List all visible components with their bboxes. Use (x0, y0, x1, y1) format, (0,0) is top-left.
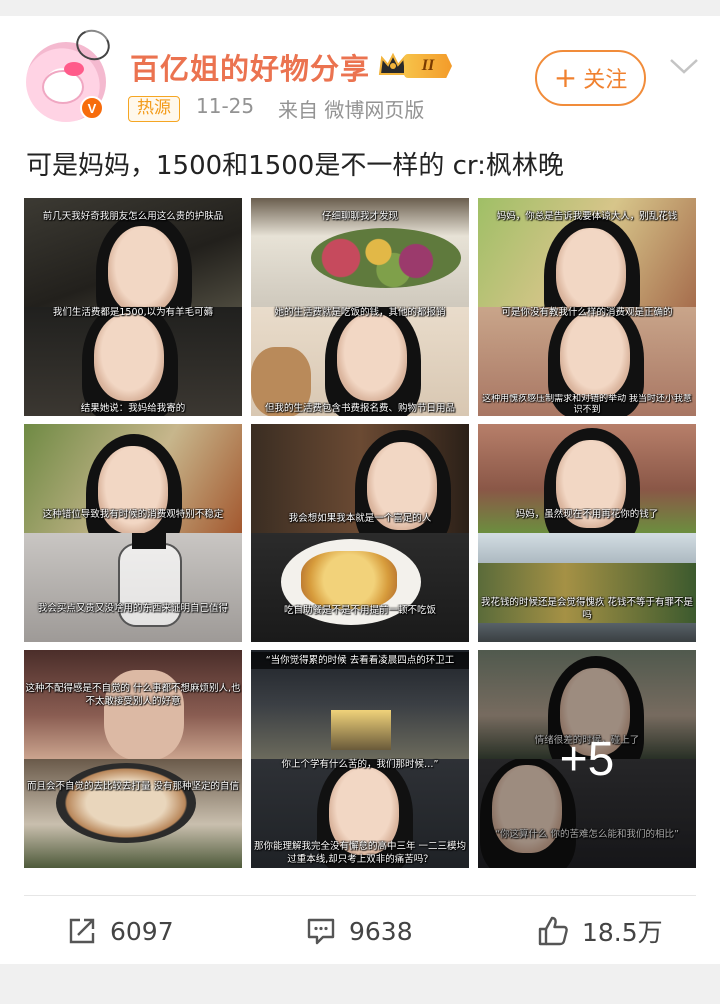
photo-thumbnail[interactable]: 我会想如果我本就是一个富足的人 吃自助餐是不是不用提前一顿不吃饭 (251, 424, 469, 642)
flower-bouquet (311, 228, 461, 288)
photo-panel (24, 759, 242, 868)
photo-panel (478, 533, 696, 642)
subtitle-text: 但我的生活费包含书费报名费、购物节日用品 (264, 403, 455, 414)
share-count: 6097 (110, 916, 174, 946)
pizza (301, 551, 397, 609)
post-source: 来自 微博网页版 (278, 98, 425, 122)
subtitle-text: 前几天我好奇我朋友怎么用这么贵的护肤品 (42, 211, 224, 222)
member-level-badge[interactable]: II (404, 54, 452, 78)
street-light (331, 710, 391, 750)
perfume-cap (132, 533, 166, 549)
post-text: 可是妈妈，1500和1500是不一样的 cr:枫林晚 (26, 151, 564, 181)
photo-thumbnail[interactable]: 这种不配得感是不自觉的 什么事都不想麻烦别人,也不太敢接受别人的好意 而且会不自… (24, 650, 242, 868)
photo-panel (251, 307, 469, 416)
follow-label: 关注 (583, 68, 628, 93)
top-separator (0, 0, 720, 16)
subtitle-text: 妈妈，虽然现在不用再花你的钱了 (515, 509, 659, 520)
chevron-down-icon[interactable] (668, 54, 700, 78)
bottom-separator (0, 964, 720, 1004)
subtitle-text: 这种用愧疚感压制需求和对错的举动 我当时还小我意识不到 (482, 394, 692, 415)
share-icon (69, 918, 95, 944)
photo-thumbnail[interactable]: 这种错位导致我有时候的消费观特别不稳定 我会买点又贵又没啥用的东西来证明自己值得 (24, 424, 242, 642)
coffee-cup (56, 763, 196, 843)
subtitle-text: 妈妈，你总是告诉我要体谅大人，别乱花钱 (496, 211, 678, 222)
photo-panel (24, 533, 242, 642)
subtitle-text: 吃自助餐是不是不用提前一顿不吃饭 (283, 605, 436, 616)
like-button[interactable]: 18.5万 (536, 906, 663, 956)
photo-panel (24, 307, 242, 416)
verified-badge-icon: V (80, 96, 104, 120)
subtitle-text: 仔细聊聊我才发现 (321, 211, 398, 222)
subtitle-text: 我们生活费都是1500,以为有羊毛可薅 (52, 307, 214, 318)
photo-thumbnail[interactable]: 情绪很差的时候，碰上了 “你这算什么 你的苦难怎么能和我们的相比” +5 (478, 650, 696, 868)
subtitle-text: 她的生活费就是吃饭的钱，其他的都报销 (274, 307, 446, 318)
subtitle-text: 我会买点又贵又没啥用的东西来证明自己值得 (37, 603, 228, 614)
face-shape (94, 313, 164, 401)
post-date: 11-25 (196, 94, 255, 118)
comment-icon (307, 918, 335, 945)
face-shape (560, 311, 630, 399)
subtitle-text: 那你能理解我完全没有懈怠的高中三年 一二三模均过重本线,却只考上双非的痛苦吗？ (253, 841, 467, 865)
like-icon (538, 916, 568, 946)
photo-panel (251, 533, 469, 642)
face-shape (556, 228, 626, 307)
plus-icon: + (553, 61, 578, 94)
subtitle-text: 我会想如果我本就是一个富足的人 (288, 513, 432, 524)
more-photos-overlay[interactable]: +5 (478, 650, 696, 868)
crown-icon (378, 52, 408, 75)
hot-source-tag: 热源 (128, 96, 180, 122)
face-shape (337, 313, 407, 401)
comment-count: 9638 (349, 916, 413, 946)
subtitle-text: 这种不配得感是不自觉的 什么事都不想麻烦别人,也不太敢接受别人的好意 (25, 683, 241, 707)
subtitle-text: 我花钱的时候还是会觉得愧疚 花钱不等于有罪不是吗 (480, 597, 694, 621)
photo-thumbnail[interactable]: 仔细聊聊我才发现 她的生活费就是吃饭的钱，其他的都报销 但我的生活费包含书费报名… (251, 198, 469, 416)
photo-thumbnail[interactable]: 妈妈，你总是告诉我要体谅大人，别乱花钱 可是你没有教我什么样的消费观是正确的 这… (478, 198, 696, 416)
like-count: 18.5万 (582, 918, 663, 947)
subtitle-text: 你上个学有什么苦的，我们那时候…” (281, 759, 439, 770)
subtitle-text: “当你觉得累的时候 去看看凌晨四点的环卫工 (251, 652, 469, 669)
subtitle-text: 而且会不自觉的去比较去打量 没有那种坚定的自信 (26, 781, 240, 792)
action-bar-divider (24, 895, 696, 896)
subtitle-text: 结果她说：我妈给我寄的 (80, 403, 186, 414)
photo-thumbnail[interactable]: 前几天我好奇我朋友怎么用这么贵的护肤品 我们生活费都是1500,以为有羊毛可薅 … (24, 198, 242, 416)
subtitle-text: 可是你没有教我什么样的消费观是正确的 (501, 307, 673, 318)
photo-grid: 前几天我好奇我朋友怎么用这么贵的护肤品 我们生活费都是1500,以为有羊毛可薅 … (24, 198, 696, 868)
avatar-bow (64, 62, 84, 76)
comment-button[interactable]: 9638 (305, 906, 413, 956)
photo-thumbnail[interactable]: “当你觉得累的时候 去看看凌晨四点的环卫工 你上个学有什么苦的，我们那时候…” … (251, 650, 469, 868)
follow-button[interactable]: + 关注 (535, 50, 646, 106)
share-button[interactable]: 6097 (66, 906, 174, 956)
photo-thumbnail[interactable]: 妈妈，虽然现在不用再花你的钱了 我花钱的时候还是会觉得愧疚 花钱不等于有罪不是吗 (478, 424, 696, 642)
face-shape (108, 226, 178, 307)
username[interactable]: 百亿姐的好物分享 (130, 46, 370, 88)
subtitle-text: 这种错位导致我有时候的消费观特别不稳定 (42, 509, 224, 520)
